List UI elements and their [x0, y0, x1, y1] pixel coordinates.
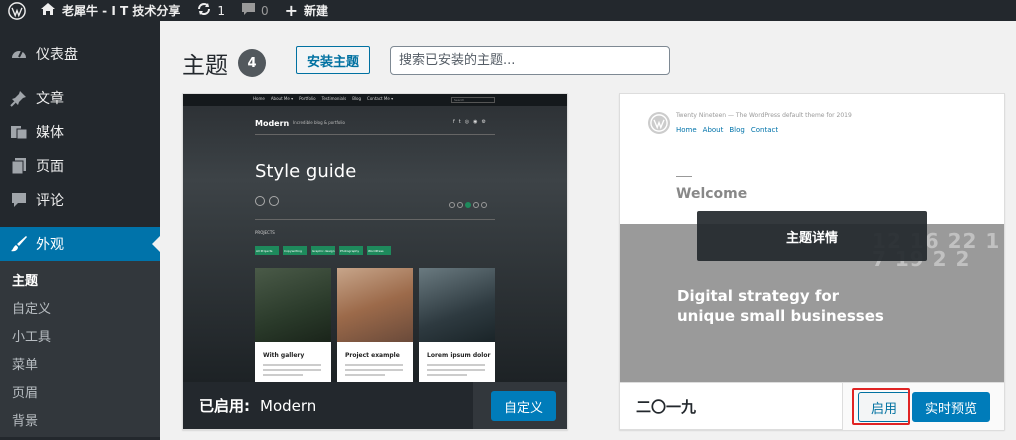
submenu-widgets[interactable]: 小工具	[0, 321, 160, 349]
preview-nav-item: Testimonials	[321, 96, 347, 101]
submenu-menus[interactable]: 菜单	[0, 349, 160, 377]
preview-divider	[255, 219, 495, 220]
page-heading: 主题 4	[182, 46, 266, 80]
highlight-box	[852, 388, 910, 425]
preview-nav-item: Home	[253, 96, 265, 101]
updates-count: 1	[217, 3, 225, 18]
theme-name: 二〇一九	[636, 397, 697, 416]
preview-strategy-text: Digital strategy for unique small busine…	[677, 287, 884, 325]
preview-tile: Lorem ipsum dolor	[419, 268, 495, 382]
preview-tile: With gallery	[255, 268, 331, 382]
live-preview-button[interactable]: 实时预览	[912, 392, 991, 422]
menu-label: 媒体	[36, 125, 64, 141]
theme-details-button[interactable]: 主题详情	[697, 211, 927, 261]
preview-section-label: PROJECTS	[255, 230, 275, 235]
theme-card-modern[interactable]: Home About Me ▾ Portfolio Testimonials B…	[182, 93, 568, 430]
brush-icon	[10, 235, 28, 253]
dashboard-icon	[10, 45, 28, 63]
preview-nav: Home About Me ▾ Portfolio Testimonials B…	[253, 96, 393, 101]
preview-nav-item: Contact Me ▾	[367, 96, 394, 101]
menu-media[interactable]: 媒体	[0, 115, 160, 149]
preview-search: Search	[451, 97, 495, 103]
main-content: 主题 4 安装主题 Home About Me ▾ Portfolio Test…	[160, 21, 1016, 440]
plus-icon: +	[284, 0, 299, 20]
site-home-link[interactable]: 老犀牛 - I T 技术分享	[34, 0, 186, 21]
media-icon	[10, 123, 28, 141]
new-content-link[interactable]: + 新建	[279, 0, 334, 21]
menu-comments[interactable]: 评论	[0, 183, 160, 217]
customize-button[interactable]: 自定义	[491, 391, 557, 421]
admin-sidebar: 仪表盘 文章 媒体 页面 评论 外观 主题 自定义 小工具 菜单 页眉 背景	[0, 21, 160, 440]
menu-label: 文章	[36, 91, 64, 107]
preview-menu: Home About Blog Contact	[676, 126, 779, 134]
comments-count: 0	[260, 3, 269, 18]
preview-site-title: Twenty Nineteen — The WordPress default …	[676, 112, 852, 119]
menu-label: 评论	[36, 193, 64, 209]
page-icon	[10, 157, 28, 175]
preview-tiles: With gallery Project example Lorem ipsum…	[255, 268, 495, 382]
preview-nav-item: About Me ▾	[270, 96, 294, 101]
wordpress-logo-icon	[648, 112, 670, 134]
menu-label: 仪表盘	[36, 47, 78, 63]
preview-tagline: Incredible blog & portfolio	[293, 120, 345, 125]
pin-icon	[10, 89, 28, 107]
active-theme-label: 已启用:	[199, 397, 250, 415]
install-theme-button[interactable]: 安装主题	[296, 46, 371, 74]
preview-circles	[255, 196, 279, 206]
search-themes-input[interactable]	[390, 46, 670, 75]
menu-posts[interactable]: 文章	[0, 81, 160, 115]
submenu-background[interactable]: 背景	[0, 405, 160, 433]
updates-link[interactable]: 1	[190, 0, 231, 21]
preview-divider	[255, 134, 495, 135]
preview-brand: Modern	[255, 119, 290, 128]
submenu-themes[interactable]: 主题	[0, 265, 160, 293]
preview-nav-item: Portfolio	[299, 96, 316, 101]
theme-footer: 二〇一九 启用 实时预览	[620, 382, 1004, 430]
preview-nav-item: Blog	[352, 96, 362, 101]
menu-appearance[interactable]: 外观	[0, 227, 160, 261]
preview-tile: Project example	[337, 268, 413, 382]
preview-headline: Style guide	[255, 161, 357, 182]
page-title: 主题	[182, 53, 228, 79]
menu-dashboard[interactable]: 仪表盘	[0, 37, 160, 71]
preview-social-icons: f t ◎ ◉ ⚙	[453, 119, 486, 125]
home-icon	[40, 2, 56, 19]
theme-footer: 已启用: Modern 自定义	[183, 382, 567, 429]
comments-link[interactable]: 0	[235, 0, 275, 21]
preview-welcome: Welcome	[676, 186, 748, 202]
appearance-submenu: 主题 自定义 小工具 菜单 页眉 背景	[0, 261, 160, 437]
preview-tags: All Projects Copywriting Graphic design …	[255, 246, 391, 255]
admin-bar: 老犀牛 - I T 技术分享 1 0 + 新建	[0, 0, 1016, 21]
theme-card-twenty-nineteen[interactable]: Twenty Nineteen — The WordPress default …	[619, 93, 1005, 430]
menu-pages[interactable]: 页面	[0, 149, 160, 183]
wordpress-logo-icon[interactable]	[0, 0, 34, 21]
site-name: 老犀牛 - I T 技术分享	[62, 4, 181, 18]
theme-screenshot[interactable]: Home About Me ▾ Portfolio Testimonials B…	[183, 94, 567, 382]
updates-icon	[196, 2, 212, 19]
theme-name: Modern	[260, 396, 317, 415]
submenu-customize[interactable]: 自定义	[0, 293, 160, 321]
menu-label: 外观	[36, 237, 64, 253]
comment-icon	[241, 2, 256, 19]
preview-dots	[449, 202, 487, 208]
theme-count-badge: 4	[238, 49, 266, 77]
submenu-header[interactable]: 页眉	[0, 377, 160, 405]
theme-screenshot[interactable]: Twenty Nineteen — The WordPress default …	[620, 94, 1004, 382]
new-label: 新建	[304, 4, 329, 18]
comment-icon	[10, 191, 28, 209]
menu-label: 页面	[36, 159, 64, 175]
